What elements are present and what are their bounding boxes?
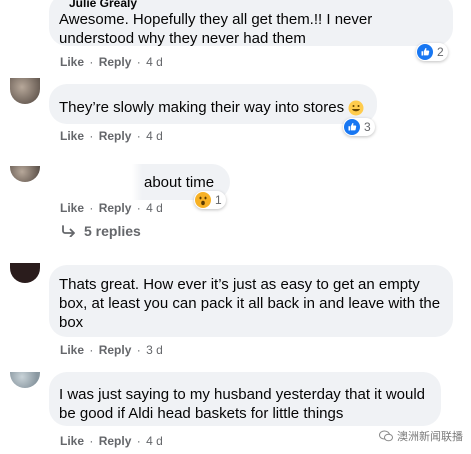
watermark-text: 澳洲新闻联播	[397, 431, 463, 443]
comment-actions: Like · Reply · 4 d	[60, 201, 163, 215]
separator: ·	[89, 129, 94, 143]
comment-bubble: Julie Grealy Awesome. Hopefully they all…	[49, 0, 453, 47]
separator: ·	[136, 343, 141, 357]
comment-actions: Like · Reply · 4 d	[60, 129, 163, 143]
reaction-count: 1	[215, 193, 222, 207]
separator: ·	[136, 434, 141, 448]
comment-text-line: They’re slowly making their way into sto…	[59, 99, 345, 116]
wechat-icon	[379, 430, 393, 442]
comment-actions: Like · Reply · 4 d	[60, 434, 163, 448]
comment-text: Awesome. Hopefully they all get them.!! …	[59, 11, 373, 28]
comment-text: Thats great. How ever it’s just as easy …	[59, 276, 420, 293]
avatar[interactable]	[10, 78, 40, 104]
avatar[interactable]	[10, 166, 40, 182]
avatar[interactable]	[10, 372, 40, 388]
reply-button[interactable]: Reply	[99, 434, 132, 448]
comment-timestamp[interactable]: 4 d	[146, 201, 163, 215]
separator: ·	[136, 129, 141, 143]
comment-bubble: Thats great. How ever it’s just as easy …	[49, 265, 453, 337]
comment-actions: Like · Reply · 3 d	[60, 343, 163, 357]
reply-button[interactable]: Reply	[99, 201, 132, 215]
separator: ·	[89, 343, 94, 357]
comment-text: about time	[144, 174, 215, 191]
comment-timestamp[interactable]: 4 d	[146, 55, 163, 69]
reply-button[interactable]: Reply	[99, 55, 132, 69]
comment-text: be good if Aldi head baskets for little …	[59, 405, 344, 422]
comment-text: They’re slowly making their way into sto…	[59, 98, 365, 117]
separator: ·	[89, 201, 94, 215]
watermark: 澳洲新闻联播	[379, 428, 463, 444]
reply-arrow-icon	[62, 225, 75, 237]
view-replies-link[interactable]: 5 replies	[62, 223, 141, 239]
comment-bubble: I was just saying to my husband yesterda…	[49, 372, 441, 426]
like-button[interactable]: Like	[60, 343, 84, 357]
comment-text: understood why they never had them	[59, 30, 306, 47]
like-icon	[344, 119, 360, 135]
reaction-summary[interactable]: 3	[343, 118, 375, 136]
reaction-count: 3	[364, 120, 371, 134]
replies-count-label: 5 replies	[84, 223, 141, 239]
reaction-summary[interactable]: 2	[416, 43, 448, 61]
comment-bubble: They’re slowly making their way into sto…	[49, 84, 377, 124]
reaction-count: 2	[437, 45, 444, 59]
reaction-summary[interactable]: 1	[194, 191, 226, 209]
reply-button[interactable]: Reply	[99, 343, 132, 357]
comment-text: box	[59, 314, 84, 331]
grinning-emoji-icon	[348, 100, 364, 115]
separator: ·	[89, 434, 94, 448]
comment-author[interactable]: Julie Grealy	[69, 0, 441, 10]
like-button[interactable]: Like	[60, 129, 84, 143]
wow-icon	[195, 192, 211, 208]
separator: ·	[136, 55, 141, 69]
reply-button[interactable]: Reply	[99, 129, 132, 143]
separator: ·	[89, 55, 94, 69]
comment-text: I was just saying to my husband yesterda…	[59, 386, 426, 403]
like-button[interactable]: Like	[60, 55, 84, 69]
comment-timestamp[interactable]: 3 d	[146, 343, 163, 357]
like-button[interactable]: Like	[60, 201, 84, 215]
avatar[interactable]	[10, 263, 40, 283]
comment-actions: Like · Reply · 4 d	[60, 55, 163, 69]
comment-timestamp[interactable]: 4 d	[146, 129, 163, 143]
separator: ·	[136, 201, 141, 215]
comment-text: box, at least you can pack it all back i…	[59, 295, 441, 312]
comment-timestamp[interactable]: 4 d	[146, 434, 163, 448]
like-button[interactable]: Like	[60, 434, 84, 448]
like-icon	[417, 44, 433, 60]
